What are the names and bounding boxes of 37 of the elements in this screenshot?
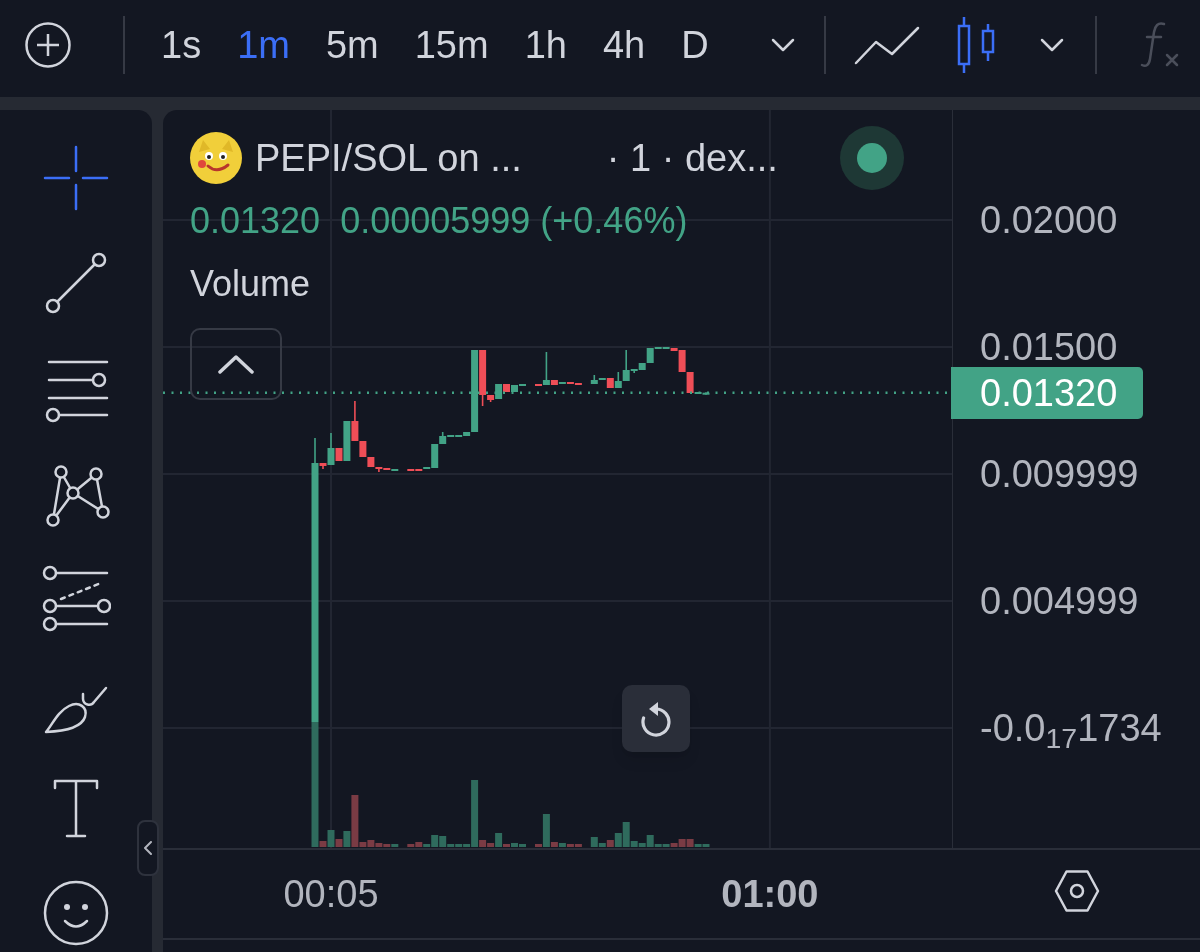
caret-down-icon[interactable] (770, 37, 795, 52)
interval-tab[interactable]: D (663, 25, 727, 64)
price-scale-label: 0.009999 (980, 455, 1139, 493)
collapse-legend-button[interactable] (190, 328, 282, 400)
chevron-up-icon[interactable] (218, 354, 254, 374)
line-chart-icon[interactable] (853, 24, 920, 65)
coin-logo-icon (190, 132, 242, 184)
price-scale-label: 0.004999 (980, 582, 1139, 620)
interval-tab[interactable]: 15m (396, 25, 507, 64)
interval-tab[interactable]: 4h (584, 25, 664, 64)
collapse-toolbar-tab[interactable] (137, 820, 159, 876)
status-dot-icon (840, 126, 904, 190)
price-scale-label: -0.0$_{17}$1734 (980, 709, 1162, 747)
time-scale-label: 00:05 (283, 874, 379, 914)
settings-icon[interactable] (1054, 869, 1100, 913)
chart-details: · 1 · dex... (606, 139, 778, 177)
last-price-badge: 0.01320 (951, 366, 1143, 419)
symbol-title: PEPI/SOL on ... (255, 139, 522, 177)
interval-tab[interactable]: 1h (506, 25, 585, 64)
crosshair-icon[interactable] (41, 143, 111, 213)
reset-view-button[interactable] (622, 685, 690, 752)
time-scale-label: 01:00 (721, 874, 819, 914)
chevron-left-icon[interactable] (144, 841, 152, 855)
smiley-icon[interactable] (41, 878, 111, 948)
interval-tab[interactable]: 1m (219, 25, 308, 64)
indicator-label: Volume (190, 265, 311, 302)
last-price-value: 0.01320 (190, 203, 321, 239)
price-scale-label: 0.02000 (980, 201, 1118, 239)
price-change-value: 0.00005999 (+0.46%) (340, 203, 688, 239)
price-scale-label: 0.01500 (980, 328, 1118, 366)
candlestick-chart-icon[interactable] (955, 15, 996, 74)
interval-tab[interactable]: 1s (143, 25, 220, 64)
interval-tab[interactable]: 5m (307, 25, 397, 64)
reset-icon[interactable] (639, 700, 673, 737)
projection-lines-icon[interactable] (41, 563, 111, 633)
add-icon[interactable] (25, 21, 71, 68)
caret-down-icon[interactable] (1039, 37, 1064, 52)
